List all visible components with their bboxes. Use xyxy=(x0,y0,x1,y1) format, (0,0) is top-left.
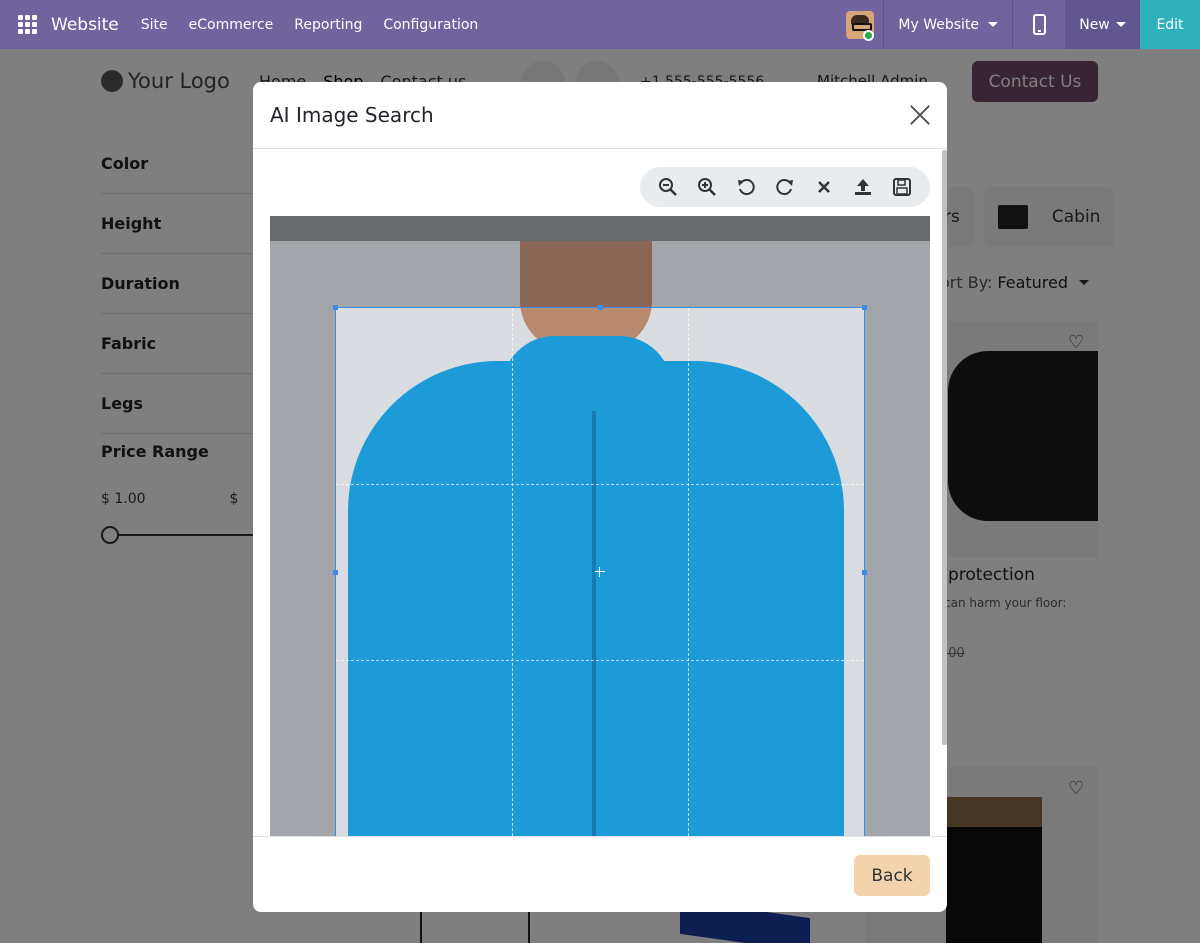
crop-handle[interactable] xyxy=(862,570,867,575)
back-button[interactable]: Back xyxy=(854,855,930,896)
crop-handle[interactable] xyxy=(333,305,338,310)
crop-selection-box[interactable] xyxy=(333,305,867,836)
top-navbar: Website Site eCommerce Reporting Configu… xyxy=(0,0,1200,49)
image-cropper[interactable] xyxy=(270,216,930,836)
zoom-in-icon[interactable] xyxy=(695,175,719,199)
dialog-scrollbar[interactable] xyxy=(942,150,947,745)
website-selector[interactable]: My Website xyxy=(884,0,1012,49)
navbar-right: My Website New Edit xyxy=(837,0,1200,49)
crop-handle[interactable] xyxy=(333,570,338,575)
menu-ecommerce[interactable]: eCommerce xyxy=(189,17,274,33)
user-avatar[interactable] xyxy=(837,0,883,49)
menu-reporting[interactable]: Reporting xyxy=(294,17,362,33)
upload-icon[interactable] xyxy=(851,175,875,199)
save-icon[interactable] xyxy=(890,175,914,199)
mobile-phone-icon xyxy=(1032,14,1046,35)
edit-button-label: Edit xyxy=(1156,16,1184,33)
mobile-preview-button[interactable] xyxy=(1013,0,1065,49)
new-button[interactable]: New xyxy=(1065,0,1140,49)
close-icon[interactable] xyxy=(907,102,933,128)
crop-handle[interactable] xyxy=(862,305,867,310)
main-menu: Site eCommerce Reporting Configuration xyxy=(141,17,479,33)
rotate-left-icon[interactable] xyxy=(734,175,758,199)
app-brand[interactable]: Website xyxy=(51,15,119,35)
website-selector-label: My Website xyxy=(898,16,979,33)
dialog-header: AI Image Search xyxy=(253,82,947,149)
reset-close-icon[interactable] xyxy=(812,175,836,199)
edit-button[interactable]: Edit xyxy=(1140,0,1200,49)
menu-site[interactable]: Site xyxy=(141,17,168,33)
ai-image-search-dialog: AI Image Search Back xyxy=(253,82,947,912)
rotate-right-icon[interactable] xyxy=(773,175,797,199)
menu-configuration[interactable]: Configuration xyxy=(383,17,478,33)
apps-menu-icon[interactable] xyxy=(18,14,38,35)
dialog-footer: Back xyxy=(253,836,947,912)
chevron-down-icon xyxy=(1115,22,1126,27)
zoom-out-icon[interactable] xyxy=(656,175,680,199)
crop-handle[interactable] xyxy=(598,305,603,310)
image-toolbar xyxy=(640,167,930,207)
online-status-dot xyxy=(863,30,875,41)
dialog-title: AI Image Search xyxy=(270,103,434,127)
new-button-label: New xyxy=(1079,16,1110,33)
dialog-body xyxy=(253,150,947,836)
chevron-down-icon xyxy=(988,22,998,27)
crop-center-icon xyxy=(595,567,605,577)
